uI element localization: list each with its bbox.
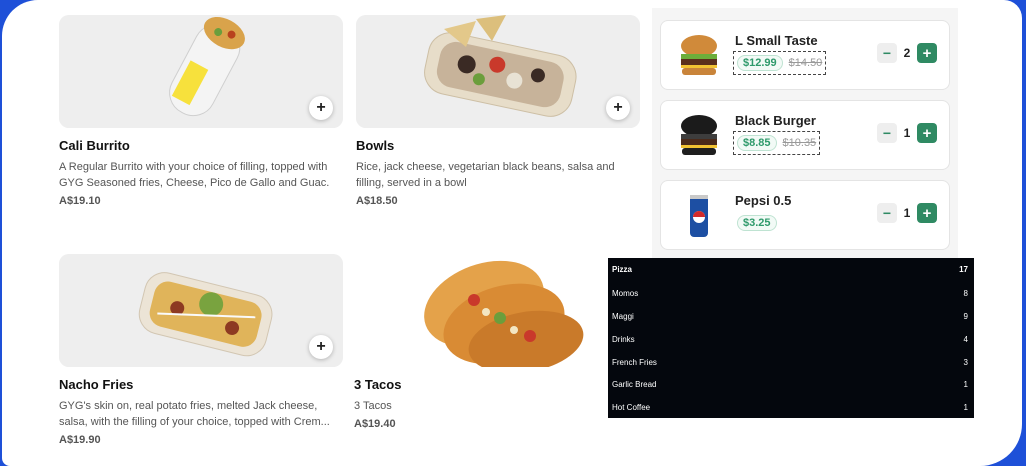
old-price: $10.35 — [782, 137, 817, 149]
item-name: Nacho Fries — [59, 377, 134, 392]
category-name: Pizza — [612, 264, 633, 274]
quantity-value: 1 — [903, 126, 911, 140]
cart-item-black-burger: Black Burger $8.85 $10.35 − 1 + — [660, 100, 950, 170]
add-item-button[interactable]: + — [309, 335, 333, 359]
category-item[interactable]: Hot Coffee 1 — [608, 396, 974, 418]
menu-card-nacho-fries[interactable]: + Nacho Fries GYG's skin on, real potato… — [59, 254, 343, 446]
category-item[interactable]: Pizza 17 — [608, 258, 974, 280]
bowl-photo: + — [356, 15, 640, 128]
quantity-stepper: − 1 + — [877, 203, 937, 223]
item-name: Cali Burrito — [59, 138, 130, 153]
category-name: Momos — [612, 288, 639, 298]
category-item[interactable]: Momos 8 — [608, 282, 974, 304]
category-name: Hot Coffee — [612, 402, 651, 412]
screen-frame: + Cali Burrito A Regular Burrito with yo… — [0, 0, 1026, 466]
category-item[interactable]: French Fries 3 — [608, 351, 974, 373]
category-name: Drinks — [612, 334, 635, 344]
category-name: French Fries — [612, 357, 657, 367]
plus-icon: + — [922, 124, 932, 142]
nacho-fries-photo: + — [59, 254, 343, 367]
category-count: 3 — [963, 357, 968, 367]
minus-icon: − — [882, 125, 892, 141]
item-name: 3 Tacos — [354, 377, 402, 392]
plus-icon: + — [922, 204, 932, 222]
item-price: A$19.10 — [59, 195, 101, 207]
quantity-value: 1 — [903, 206, 911, 220]
category-count: 1 — [963, 402, 968, 412]
cart-item-name: Black Burger — [735, 113, 816, 128]
add-item-button[interactable]: + — [309, 96, 333, 120]
price-group: $3.25 — [733, 211, 781, 235]
category-name: Maggi — [612, 311, 634, 321]
minus-icon: − — [882, 45, 892, 61]
plus-icon: + — [613, 99, 623, 116]
current-price: $8.85 — [737, 135, 777, 151]
decrease-button[interactable]: − — [877, 203, 897, 223]
increase-button[interactable]: + — [917, 203, 937, 223]
category-name: Garlic Bread — [612, 379, 657, 389]
decrease-button[interactable]: − — [877, 43, 897, 63]
pepsi-can-photo — [675, 193, 723, 239]
cart-item-name: L Small Taste — [735, 33, 818, 48]
quantity-value: 2 — [903, 46, 911, 60]
menu-card-3-tacos[interactable]: 3 Tacos 3 Tacos A$19.40 — [354, 254, 638, 430]
cart-item-l-small-taste: L Small Taste $12.99 $14.50 − 2 + — [660, 20, 950, 90]
menu-panel: + Cali Burrito A Regular Burrito with yo… — [2, 0, 1022, 466]
cart-item-pepsi: Pepsi 0.5 $3.25 − 1 + — [660, 180, 950, 250]
item-description: 3 Tacos — [354, 400, 392, 412]
plus-icon: + — [316, 338, 326, 355]
cart-item-name: Pepsi 0.5 — [735, 193, 792, 208]
plus-icon: + — [922, 44, 932, 62]
item-price: A$19.90 — [59, 434, 101, 446]
category-list: Pizza 17 Momos 8 Maggi 9 Drinks 4 French… — [608, 258, 974, 418]
cart-panel: L Small Taste $12.99 $14.50 − 2 + Black … — [652, 8, 958, 258]
old-price: $14.50 — [788, 57, 823, 69]
minus-icon: − — [882, 205, 892, 221]
burrito-photo: + — [59, 15, 343, 128]
category-item[interactable]: Garlic Bread 1 — [608, 373, 974, 395]
item-description: GYG's skin on, real potato fries, melted… — [59, 400, 330, 428]
item-name: Bowls — [356, 138, 395, 153]
price-group: $12.99 $14.50 — [733, 51, 827, 75]
category-count: 17 — [959, 264, 968, 274]
item-price: A$19.40 — [354, 418, 396, 430]
quantity-stepper: − 2 + — [877, 43, 937, 63]
burger-photo — [675, 33, 723, 79]
category-count: 8 — [963, 288, 968, 298]
menu-card-bowls[interactable]: + Bowls Rice, jack cheese, vegetarian bl… — [356, 15, 640, 207]
category-item[interactable]: Maggi 9 — [608, 305, 974, 327]
current-price: $3.25 — [737, 215, 777, 231]
black-burger-photo — [675, 113, 723, 159]
current-price: $12.99 — [737, 55, 783, 71]
add-item-button[interactable]: + — [606, 96, 630, 120]
quantity-stepper: − 1 + — [877, 123, 937, 143]
tacos-photo — [354, 254, 638, 367]
item-description: Rice, jack cheese, vegetarian black bean… — [356, 161, 615, 189]
menu-card-cali-burrito[interactable]: + Cali Burrito A Regular Burrito with yo… — [59, 15, 343, 207]
category-count: 4 — [963, 334, 968, 344]
increase-button[interactable]: + — [917, 123, 937, 143]
price-group: $8.85 $10.35 — [733, 131, 821, 155]
category-count: 9 — [963, 311, 968, 321]
category-count: 1 — [963, 379, 968, 389]
category-item[interactable]: Drinks 4 — [608, 328, 974, 350]
plus-icon: + — [316, 99, 326, 116]
item-price: A$18.50 — [356, 195, 398, 207]
decrease-button[interactable]: − — [877, 123, 897, 143]
increase-button[interactable]: + — [917, 43, 937, 63]
item-description: A Regular Burrito with your choice of fi… — [59, 161, 330, 189]
